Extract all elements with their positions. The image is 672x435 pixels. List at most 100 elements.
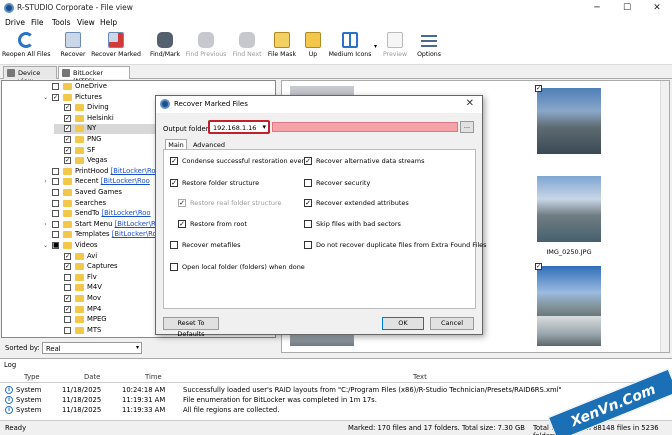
chevron-down-icon[interactable]: ▾ [374, 43, 377, 50]
expander-icon[interactable] [54, 115, 61, 122]
output-folder-select[interactable]: 192.168.1.16 ▾ [208, 120, 270, 134]
expander-icon[interactable] [42, 210, 49, 217]
tree-checkbox[interactable] [52, 167, 59, 175]
expander-icon[interactable] [42, 189, 49, 196]
checkbox-box[interactable]: ✓ [178, 199, 186, 207]
tab-bitlocker[interactable]: BitLocker (NTFS) [58, 66, 130, 85]
tree-item-link[interactable]: [BitLocker\R [115, 220, 156, 228]
find-previous-button[interactable]: Find Previous [184, 32, 228, 64]
tree-checkbox[interactable] [52, 231, 59, 239]
checkbox-box[interactable] [304, 241, 312, 249]
tree-checkbox[interactable]: ✓ [64, 104, 71, 112]
thumbnail-checkbox[interactable]: ✓ [535, 263, 542, 270]
tab-device-view[interactable]: Device view [3, 66, 57, 85]
recover-marked-button[interactable]: Recover Marked [91, 32, 141, 64]
checkbox-box[interactable]: ✓ [170, 179, 178, 187]
expander-icon[interactable] [54, 147, 61, 154]
up-button[interactable]: Up [303, 32, 323, 64]
tree-item[interactable]: OneDrive [42, 82, 272, 92]
tree-checkbox[interactable]: ✓ [64, 146, 71, 154]
menu-help[interactable]: Help [100, 18, 117, 27]
checkbox-box[interactable]: ✓ [178, 220, 186, 228]
output-folder-path-input[interactable] [272, 122, 458, 132]
tree-checkbox[interactable] [52, 210, 59, 218]
tree-checkbox[interactable]: ✓ [64, 263, 71, 271]
log-col-type[interactable]: Type [24, 373, 40, 381]
menu-tools[interactable]: Tools [52, 18, 70, 27]
expander-icon[interactable] [42, 83, 49, 90]
sort-select[interactable]: Real ▾ [42, 342, 142, 354]
expander-icon[interactable] [54, 157, 61, 164]
find-next-button[interactable]: Find Next [230, 32, 264, 64]
thumbnail-image[interactable] [537, 88, 601, 154]
expander-icon[interactable] [54, 125, 61, 132]
tree-checkbox[interactable] [52, 199, 59, 207]
menu-view[interactable]: View [77, 18, 95, 27]
log-col-text[interactable]: Text [413, 373, 427, 381]
expander-icon[interactable] [54, 136, 61, 143]
file-mask-button[interactable]: File Mask [266, 32, 298, 64]
expander-icon[interactable] [54, 274, 61, 281]
tree-item-link[interactable]: [BitLocker\Roo [101, 209, 150, 217]
thumbnail-image[interactable] [537, 176, 601, 242]
tree-checkbox[interactable] [52, 83, 59, 90]
reopen-all-files-button[interactable]: Reopen All Files [2, 32, 50, 64]
checkbox-box[interactable]: ✓ [304, 157, 312, 165]
expander-icon[interactable] [42, 231, 49, 238]
checkbox-box[interactable] [304, 179, 312, 187]
checkbox-box[interactable] [170, 241, 178, 249]
preview-button[interactable]: Preview [380, 32, 410, 64]
reset-to-defaults-button[interactable]: Reset To Defaults [163, 317, 219, 338]
browse-button[interactable]: ... [460, 121, 474, 133]
expander-icon[interactable]: › [42, 221, 49, 228]
tree-item-link[interactable]: [BitLocker\Ro [112, 230, 157, 238]
expander-icon[interactable] [54, 316, 61, 323]
expander-icon[interactable] [54, 306, 61, 313]
cancel-button[interactable]: Cancel [430, 317, 474, 330]
ok-button[interactable]: OK [382, 317, 424, 330]
checkbox-box[interactable]: ✓ [170, 157, 178, 165]
expander-icon[interactable] [54, 284, 61, 291]
close-button[interactable]: ✕ [642, 0, 672, 16]
thumbnail-checkbox[interactable]: ✓ [535, 85, 542, 92]
tree-checkbox[interactable] [52, 220, 59, 228]
tree-checkbox[interactable] [64, 284, 71, 292]
find-mark-button[interactable]: Find/Mark [148, 32, 182, 64]
menu-drive[interactable]: Drive [5, 18, 25, 27]
tree-checkbox[interactable]: ✓ [64, 125, 71, 133]
tree-item-link[interactable]: [BitLocker\Ro [111, 167, 156, 175]
checkbox-box[interactable]: ✓ [304, 199, 312, 207]
tree-checkbox[interactable]: ✓ [64, 252, 71, 260]
expander-icon[interactable]: ⌄ [42, 94, 49, 101]
tree-checkbox[interactable]: ✓ [64, 295, 71, 302]
tree-checkbox[interactable] [52, 178, 59, 186]
tree-checkbox[interactable]: ✓ [52, 93, 59, 101]
expander-icon[interactable] [54, 327, 61, 334]
tree-checkbox[interactable] [64, 316, 71, 324]
tree-checkbox[interactable]: ✓ [64, 157, 71, 165]
tree-item-link[interactable]: [BitLocker\Roo [101, 177, 150, 185]
expander-icon[interactable]: ⌄ [42, 242, 49, 249]
log-col-time[interactable]: Time [145, 373, 162, 381]
expander-icon[interactable]: › [42, 178, 49, 185]
thumbnail-scrollbar[interactable] [660, 81, 669, 352]
expander-icon[interactable] [54, 295, 61, 302]
log-col-date[interactable]: Date [84, 373, 100, 381]
tree-checkbox[interactable]: ✓ [64, 136, 71, 143]
expander-icon[interactable] [42, 168, 49, 175]
minimize-button[interactable]: ─ [582, 0, 612, 16]
expander-icon[interactable] [54, 263, 61, 270]
tree-checkbox[interactable]: ■ [52, 242, 59, 249]
tree-checkbox[interactable] [52, 189, 59, 196]
tree-checkbox[interactable] [64, 326, 71, 334]
dialog-close-icon[interactable]: ✕ [466, 98, 474, 109]
options-button[interactable]: Options [414, 32, 444, 64]
expander-icon[interactable] [54, 104, 61, 111]
menu-file[interactable]: File [31, 18, 44, 27]
thumbnail-image[interactable] [537, 316, 601, 346]
expander-icon[interactable] [54, 253, 61, 260]
recover-button[interactable]: Recover [58, 32, 88, 64]
expander-icon[interactable] [42, 200, 49, 207]
tree-checkbox[interactable] [64, 273, 71, 281]
maximize-button[interactable]: ☐ [612, 0, 642, 16]
